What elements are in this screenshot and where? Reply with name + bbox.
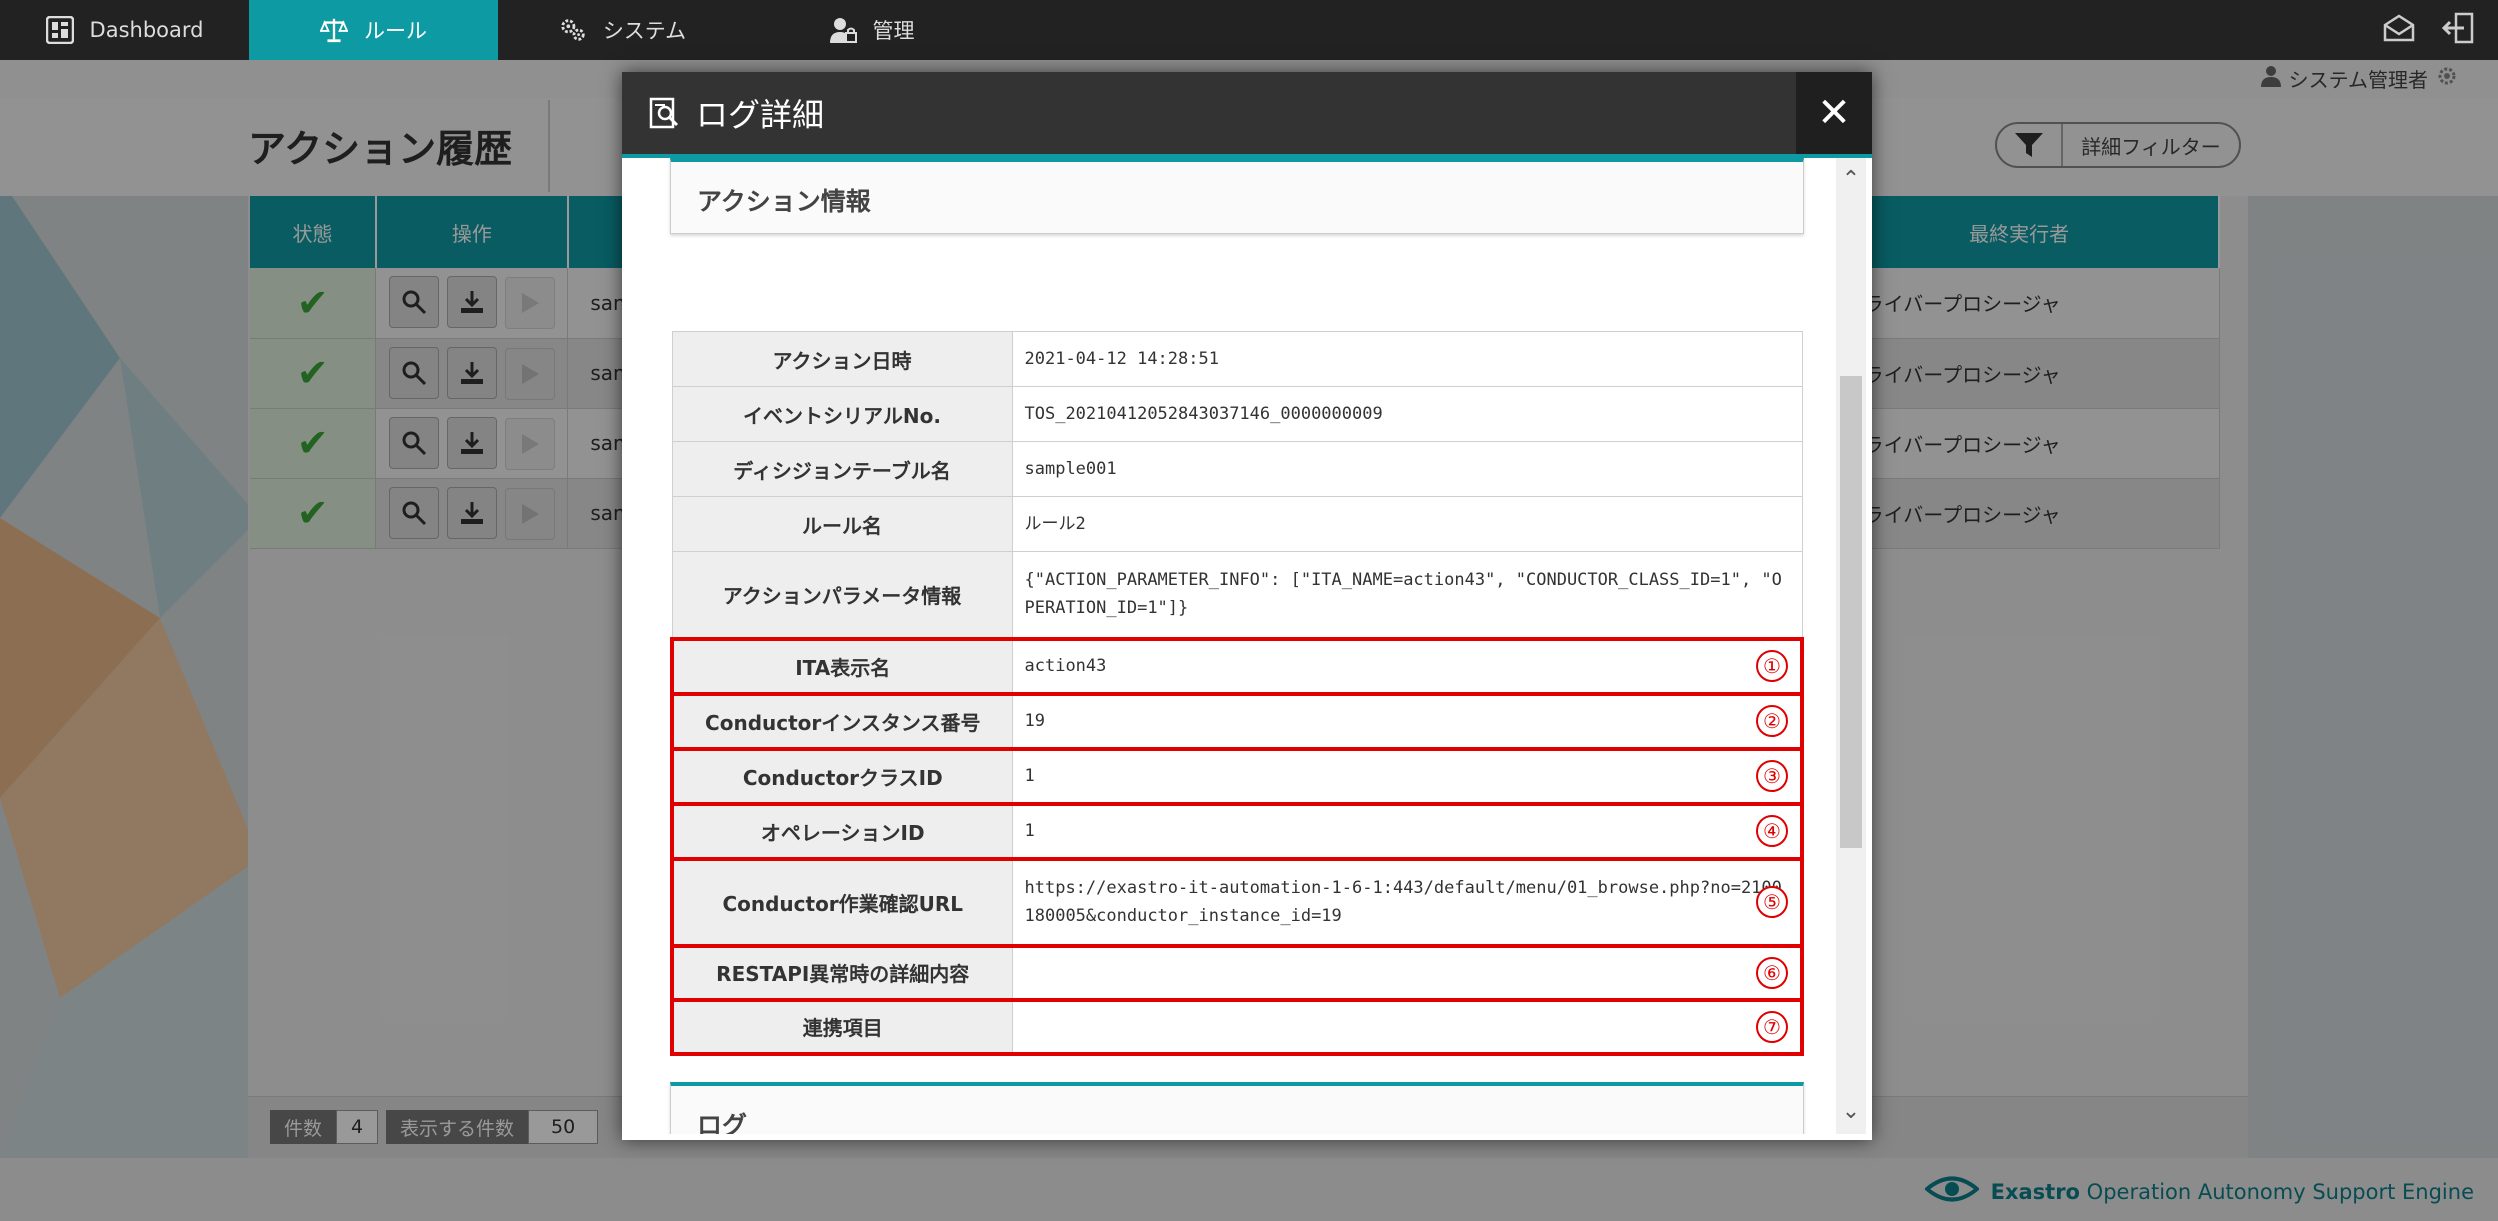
nav-system-label: システム — [602, 19, 687, 43]
detail-value: 1④ — [1011, 801, 1804, 861]
detail-value: {"ACTION_PARAMETER_INFO": ["ITA_NAME=act… — [1011, 551, 1803, 639]
detail-row-conductor-instance: Conductorインスタンス番号 19 ② — [670, 691, 1804, 751]
detail-label: ITA表示名 — [670, 636, 1013, 696]
detail-label: Conductor作業確認URL — [670, 856, 1013, 948]
mail-icon[interactable] — [2382, 13, 2416, 47]
detail-row-ita-name: ITA表示名 action43 ① — [670, 636, 1804, 696]
detail-value-text: 1 — [1024, 821, 1035, 841]
nav-dashboard-label: Dashboard — [89, 18, 204, 42]
detail-row-conductor-class: ConductorクラスID 1③ — [670, 746, 1804, 806]
detail-label: イベントシリアルNo. — [671, 386, 1013, 442]
modal-scrollbar[interactable]: ⌃ ⌄ — [1836, 158, 1866, 1134]
section-log: ログ — [670, 1082, 1804, 1134]
detail-value-text: 19 — [1024, 711, 1045, 731]
annotation-marker: ⑥ — [1756, 956, 1788, 989]
gears-icon — [559, 16, 587, 44]
detail-label: ConductorクラスID — [670, 746, 1013, 806]
detail-label: アクション日時 — [671, 331, 1013, 387]
nav-admin[interactable]: 管理 — [747, 0, 996, 60]
detail-value-text: {"ACTION_PARAMETER_INFO": ["ITA_NAME=act… — [1024, 570, 1782, 619]
detail-value: https://exastro-it-automation-1-6-1:443/… — [1011, 856, 1804, 948]
detail-row-linked-items: 連携項目 ⑦ — [670, 997, 1804, 1056]
log-detail-modal: ログ詳細 ✕ アクション情報 アクション日時 2021-04-12 14:28:… — [622, 72, 1872, 1140]
annotation-marker: ③ — [1756, 760, 1788, 792]
detail-row-action-datetime: アクション日時 2021-04-12 14:28:51 — [671, 331, 1803, 387]
annotation-marker: ① — [1756, 650, 1788, 682]
detail-row-restapi-error: RESTAPI異常時の詳細内容 ⑥ — [670, 943, 1804, 1002]
detail-value: 2021-04-12 14:28:51 — [1011, 331, 1803, 387]
annotation-marker: ④ — [1756, 815, 1788, 847]
detail-row-conductor-url: Conductor作業確認URL https://exastro-it-auto… — [670, 856, 1804, 948]
dashboard-icon — [45, 16, 74, 44]
detail-label: Conductorインスタンス番号 — [670, 691, 1013, 751]
detail-row-rule-name: ルール名 ルール2 — [671, 496, 1803, 552]
detail-row-operation-id: オペレーションID 1④ — [670, 801, 1804, 861]
detail-value-text: TOS_20210412052843037146_0000000009 — [1024, 404, 1383, 424]
detail-label: ルール名 — [671, 496, 1013, 552]
close-button[interactable]: ✕ — [1796, 72, 1872, 154]
nav-dashboard[interactable]: Dashboard — [0, 0, 249, 60]
annotation-marker: ⑤ — [1756, 886, 1788, 918]
section-action-info-title: アクション情報 — [697, 187, 871, 216]
annotation-marker: ② — [1756, 705, 1788, 737]
action-detail-table: アクション日時 2021-04-12 14:28:51 イベントシリアルNo. … — [670, 331, 1804, 1056]
detail-value-text: 2021-04-12 14:28:51 — [1024, 349, 1219, 369]
detail-value: 19 ② — [1011, 691, 1804, 751]
detail-label: アクションパラメータ情報 — [671, 551, 1013, 639]
detail-value: 1③ — [1011, 746, 1804, 806]
nav-admin-label: 管理 — [872, 19, 915, 43]
modal-body[interactable]: アクション情報 アクション日時 2021-04-12 14:28:51 イベント… — [628, 158, 1838, 1134]
log-detail-icon — [648, 97, 680, 129]
detail-value-text: 1 — [1024, 766, 1035, 786]
section-log-title: ログ — [697, 1111, 748, 1134]
detail-value-text: action43 — [1024, 656, 1107, 676]
nav-right-tools — [2382, 0, 2498, 60]
detail-value-text: ルール2 — [1024, 514, 1086, 534]
nav-system[interactable]: システム — [498, 0, 747, 60]
scroll-up-icon[interactable]: ⌃ — [1840, 167, 1862, 192]
detail-row-decision-table: ディシジョンテーブル名 sample001 — [671, 441, 1803, 497]
detail-label: 連携項目 — [670, 997, 1013, 1056]
scroll-down-icon[interactable]: ⌄ — [1840, 1099, 1862, 1124]
detail-label: RESTAPI異常時の詳細内容 — [670, 943, 1013, 1002]
conductor-url-link[interactable]: https://exastro-it-automation-1-6-1:443/… — [1025, 878, 1782, 926]
modal-title: ログ詳細 — [696, 96, 825, 134]
detail-value: sample001 — [1011, 441, 1803, 497]
user-admin-icon — [829, 16, 857, 44]
close-icon: ✕ — [1817, 90, 1851, 136]
modal-header: ログ詳細 ✕ — [622, 72, 1872, 154]
annotation-marker: ⑦ — [1756, 1010, 1788, 1043]
detail-row-event-serial: イベントシリアルNo. TOS_20210412052843037146_000… — [671, 386, 1803, 442]
detail-value: ルール2 — [1011, 496, 1803, 552]
detail-value-text: sample001 — [1024, 459, 1117, 479]
detail-value: ⑦ — [1011, 997, 1804, 1056]
logout-icon[interactable] — [2441, 12, 2474, 48]
detail-row-action-params: アクションパラメータ情報 {"ACTION_PARAMETER_INFO": [… — [671, 551, 1803, 639]
detail-label: オペレーションID — [670, 801, 1013, 861]
detail-label: ディシジョンテーブル名 — [671, 441, 1013, 497]
detail-value: TOS_20210412052843037146_0000000009 — [1011, 386, 1803, 442]
nav-rule-label: ルール — [364, 19, 427, 43]
section-action-info: アクション情報 — [670, 158, 1804, 234]
scale-icon — [320, 16, 348, 44]
nav-rule[interactable]: ルール — [249, 0, 498, 60]
detail-value: ⑥ — [1011, 943, 1804, 1002]
detail-value: action43 ① — [1011, 636, 1804, 696]
scroll-thumb[interactable] — [1840, 376, 1862, 848]
top-nav: Dashboard ルール システム 管理 — [0, 0, 2498, 60]
